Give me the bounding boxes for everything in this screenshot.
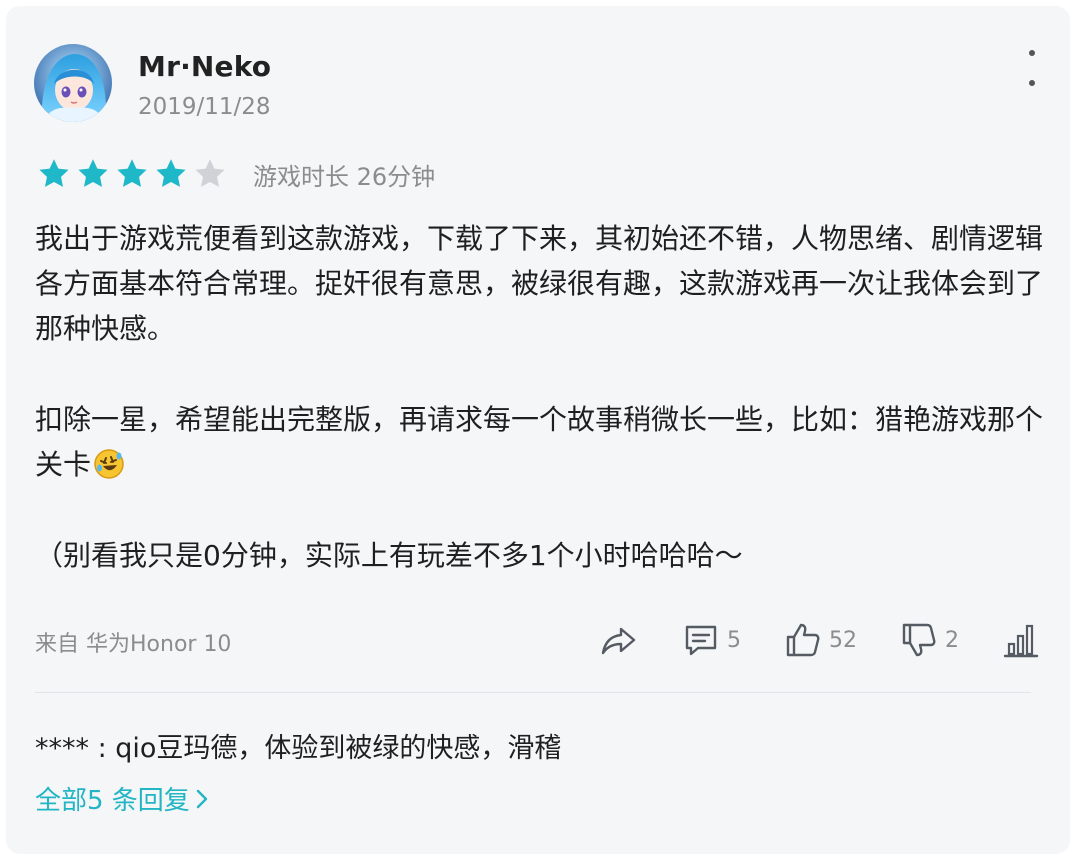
more-dot: [1029, 50, 1035, 56]
star-filled-icon: [78, 159, 108, 187]
review-footer: 来自 华为Honor 10 5 52 2: [35, 618, 1041, 662]
dislike-count: 2: [945, 627, 959, 653]
dislike-button[interactable]: 2: [899, 620, 959, 660]
review-paragraph-text: 扣除一星，希望能出完整版，再请求每一个故事稍微长一些，比如：猎艳游戏那个关卡: [35, 403, 1044, 481]
more-options-icon[interactable]: [1022, 50, 1042, 86]
thumbs-down-icon: [902, 623, 936, 657]
star-filled-icon: [117, 159, 147, 187]
star-filled-icon: [39, 159, 69, 187]
share-icon: [601, 627, 636, 655]
avatar[interactable]: [34, 44, 112, 122]
review-card: Mr·Neko 2019/11/28 游戏时长 26分钟 我出于游戏荒便看到这款…: [6, 6, 1070, 854]
like-count: 52: [829, 627, 857, 653]
all-replies-link[interactable]: 全部5 条回复: [35, 780, 210, 817]
reply-preview[interactable]: **** : qio豆玛德，体验到被绿的快感，滑稽: [35, 726, 561, 765]
share-button[interactable]: [599, 620, 639, 660]
divider: [35, 692, 1031, 693]
action-bar: 5 52 2: [557, 618, 1041, 662]
playtime-label: 游戏时长 26分钟: [253, 162, 436, 191]
avatar-image: [34, 44, 112, 122]
review-paragraph: 扣除一星，希望能出完整版，再请求每一个故事稍微长一些，比如：猎艳游戏那个关卡: [35, 397, 1045, 487]
review-date: 2019/11/28: [138, 94, 271, 120]
star-empty-icon: [195, 159, 225, 187]
review-paragraph: （别看我只是0分钟，实际上有玩差不多1个小时哈哈哈～: [35, 539, 743, 572]
device-label: 来自 华为Honor 10: [35, 632, 232, 657]
comment-icon: [685, 625, 717, 656]
chevron-right-icon: [196, 789, 208, 808]
all-replies-label: 全部5 条回复: [35, 786, 190, 816]
review-body: 我出于游戏荒便看到这款游戏，下载了下来，其初始还不错，人物思绪、剧情逻辑各方面基…: [35, 216, 1045, 578]
bar-chart-icon: [1003, 624, 1039, 658]
comment-count: 5: [727, 627, 741, 653]
rating-row: 游戏时长 26分钟: [36, 156, 435, 192]
username[interactable]: Mr·Neko: [138, 50, 271, 83]
stats-button[interactable]: [1001, 620, 1041, 660]
thumbs-up-icon: [786, 623, 820, 657]
star-filled-icon: [156, 159, 186, 187]
rofl-emoji-icon: [94, 449, 124, 479]
like-button[interactable]: 52: [783, 620, 857, 660]
comment-button[interactable]: 5: [681, 620, 741, 660]
more-dot: [1029, 80, 1035, 86]
review-paragraph: 我出于游戏荒便看到这款游戏，下载了下来，其初始还不错，人物思绪、剧情逻辑各方面基…: [35, 222, 1044, 345]
